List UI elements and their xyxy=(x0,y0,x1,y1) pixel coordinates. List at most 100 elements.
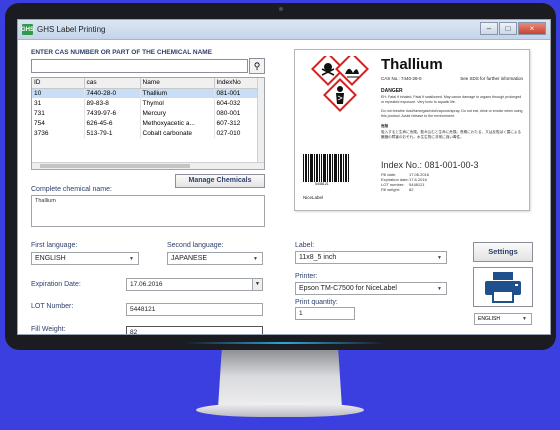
first-language-label: First language: xyxy=(31,242,78,249)
preview-language-select[interactable]: ENGLISH ▼ xyxy=(474,313,532,325)
table-cell: 3736 xyxy=(32,128,85,138)
preview-signal-word: DANGER xyxy=(381,88,403,94)
main-content: ENTER CAS NUMBER OR PART OF THE CHEMICAL… xyxy=(18,41,550,334)
table-cell: 513-79-1 xyxy=(84,128,141,138)
expiration-label: Expiration Date: xyxy=(31,281,81,288)
app-logo-icon: GHS xyxy=(21,24,34,35)
chevron-down-icon: ▼ xyxy=(253,256,258,262)
table-cell: 626-45-6 xyxy=(84,118,141,128)
scrollbar-thumb[interactable] xyxy=(40,164,190,168)
ghs-pictograms xyxy=(311,56,369,112)
chevron-down-icon: ▼ xyxy=(437,286,442,292)
chemicals-table[interactable]: ID cas Name IndexNo 10 7440-28-0 Thalliu… xyxy=(31,77,265,170)
quantity-input[interactable]: 1 xyxy=(295,307,355,320)
lot-number-input[interactable]: 5448121 xyxy=(126,303,263,316)
table-cell: 754 xyxy=(32,118,85,128)
preview-precautionary-statements: Do not breathe dust/fume/gas/mist/vapour… xyxy=(381,109,523,118)
table-horizontal-scrollbar[interactable] xyxy=(32,162,264,169)
table-cell: Cobalt carbonate xyxy=(140,128,215,138)
column-header-name[interactable]: Name xyxy=(140,78,215,89)
label-preview: Thallium CAS No.: 7440-28-0 See SDS for … xyxy=(294,49,530,211)
chevron-down-icon: ▼ xyxy=(522,316,527,322)
fill-weight-label: Fill Weight: xyxy=(31,326,66,333)
table-row[interactable]: 754 626-45-6 Methoxyacetic a... 607-312 xyxy=(32,118,259,128)
table-cell: 7439-97-6 xyxy=(84,108,141,118)
search-button[interactable]: ⚲ xyxy=(249,58,265,74)
search-input[interactable] xyxy=(31,59,248,73)
table-cell: 10 xyxy=(32,88,85,98)
table-cell: Methoxyacetic a... xyxy=(140,118,215,128)
table-cell: 027-010 xyxy=(214,128,259,138)
close-button[interactable]: × xyxy=(518,22,546,35)
preview-cas-number: CAS No.: 7440-28-0 xyxy=(381,76,422,81)
column-header-id[interactable]: ID xyxy=(32,78,85,89)
column-header-indexno[interactable]: IndexNo xyxy=(214,78,259,89)
table-cell: 7440-28-0 xyxy=(84,88,141,98)
monitor-accent-line xyxy=(185,342,385,344)
table-header-row: ID cas Name IndexNo xyxy=(32,78,259,89)
table-row[interactable]: 31 89-83-8 Thymol 604-032 xyxy=(32,98,259,108)
preview-chemical-name: Thallium xyxy=(381,56,443,73)
manage-chemicals-button[interactable]: Manage Chemicals xyxy=(175,174,265,188)
window-controls: – □ × xyxy=(480,22,546,35)
preview-hazard-statements-jp: 吸入すると生命に危険。飲み込むと生命に危険。長期にわたる、又は反復ばく露による臓… xyxy=(381,130,522,139)
table-cell: Mercury xyxy=(140,108,215,118)
preview-meta-labels: Fill date: Expiration date: LOT number: … xyxy=(381,172,409,192)
barcode-number: 5448121 xyxy=(315,182,329,186)
search-icon: ⚲ xyxy=(253,61,261,71)
search-label: ENTER CAS NUMBER OR PART OF THE CHEMICAL… xyxy=(31,49,213,56)
calendar-dropdown-icon[interactable]: ▼ xyxy=(252,279,262,290)
first-language-select[interactable]: ENGLISH ▼ xyxy=(31,252,139,265)
fill-weight-input[interactable]: 82 xyxy=(126,326,263,334)
meta-key: Fill weight: xyxy=(381,187,400,192)
table-cell: 604-032 xyxy=(214,98,259,108)
monitor-stand-neck xyxy=(218,350,342,408)
maximize-button[interactable]: □ xyxy=(499,22,517,35)
second-language-value: JAPANESE xyxy=(171,255,208,262)
preview-language-value: ENGLISH xyxy=(478,316,500,322)
table-cell: Thallium xyxy=(140,88,215,98)
column-header-cas[interactable]: cas xyxy=(84,78,141,89)
chevron-down-icon: ▼ xyxy=(129,256,134,262)
monitor-stand-base xyxy=(196,403,364,417)
complete-name-label: Complete chemical name: xyxy=(31,186,112,193)
barcode-icon xyxy=(303,154,349,182)
quantity-label: Print quantity: xyxy=(295,299,338,306)
table-vertical-scrollbar[interactable] xyxy=(257,78,264,162)
printer-label: Printer: xyxy=(295,273,318,280)
table-cell: 607-312 xyxy=(214,118,259,128)
first-language-value: ENGLISH xyxy=(35,255,66,262)
second-language-label: Second language: xyxy=(167,242,224,249)
label-size-label: Label: xyxy=(295,242,315,249)
minimize-button[interactable]: – xyxy=(480,22,498,35)
print-button[interactable] xyxy=(473,267,533,307)
lot-label: LOT Number: xyxy=(31,303,74,310)
table-cell: 080-001 xyxy=(214,108,259,118)
printer-icon xyxy=(485,272,521,303)
preview-index-number: Index No.: 081-001-00-3 xyxy=(381,160,479,170)
title-bar: GHS GHS Label Printing – □ × xyxy=(18,20,550,40)
preview-hazard-statements: EH: Fatal if inhaled. Fatal if swallowed… xyxy=(381,95,522,104)
table-row[interactable]: 731 7439-97-6 Mercury 080-001 xyxy=(32,108,259,118)
table-cell: Thymol xyxy=(140,98,215,108)
table-cell: 31 xyxy=(32,98,85,108)
camera-dot xyxy=(279,7,283,11)
preview-brand: NiceLabel xyxy=(303,195,324,200)
printer-select[interactable]: Epson TM-C7500 for NiceLabel ▼ xyxy=(295,282,447,295)
table-cell: 731 xyxy=(32,108,85,118)
table-row[interactable]: 10 7440-28-0 Thallium 081-001 xyxy=(32,88,259,98)
settings-button[interactable]: Settings xyxy=(473,242,533,262)
table-cell: 081-001 xyxy=(214,88,259,98)
expiration-date-picker[interactable]: 17.06.2016 ▼ xyxy=(126,278,263,291)
label-size-select[interactable]: 11x8_5 inch ▼ xyxy=(295,251,447,264)
label-size-value: 11x8_5 inch xyxy=(299,254,337,261)
app-window: GHS GHS Label Printing – □ × ENTER CAS N… xyxy=(17,19,551,335)
second-language-select[interactable]: JAPANESE ▼ xyxy=(167,252,263,265)
preview-sds-note: See SDS for further information xyxy=(460,76,523,81)
preview-signal-word-jp: 危険 xyxy=(381,124,389,128)
monitor-frame: GHS GHS Label Printing – □ × ENTER CAS N… xyxy=(5,3,556,350)
table-row[interactable]: 3736 513-79-1 Cobalt carbonate 027-010 xyxy=(32,128,259,138)
complete-name-field[interactable]: Thallium xyxy=(31,195,265,227)
chevron-down-icon: ▼ xyxy=(437,255,442,261)
preview-meta-values: 17.06.2016 17.6.2016 5448121 82 xyxy=(409,172,429,192)
